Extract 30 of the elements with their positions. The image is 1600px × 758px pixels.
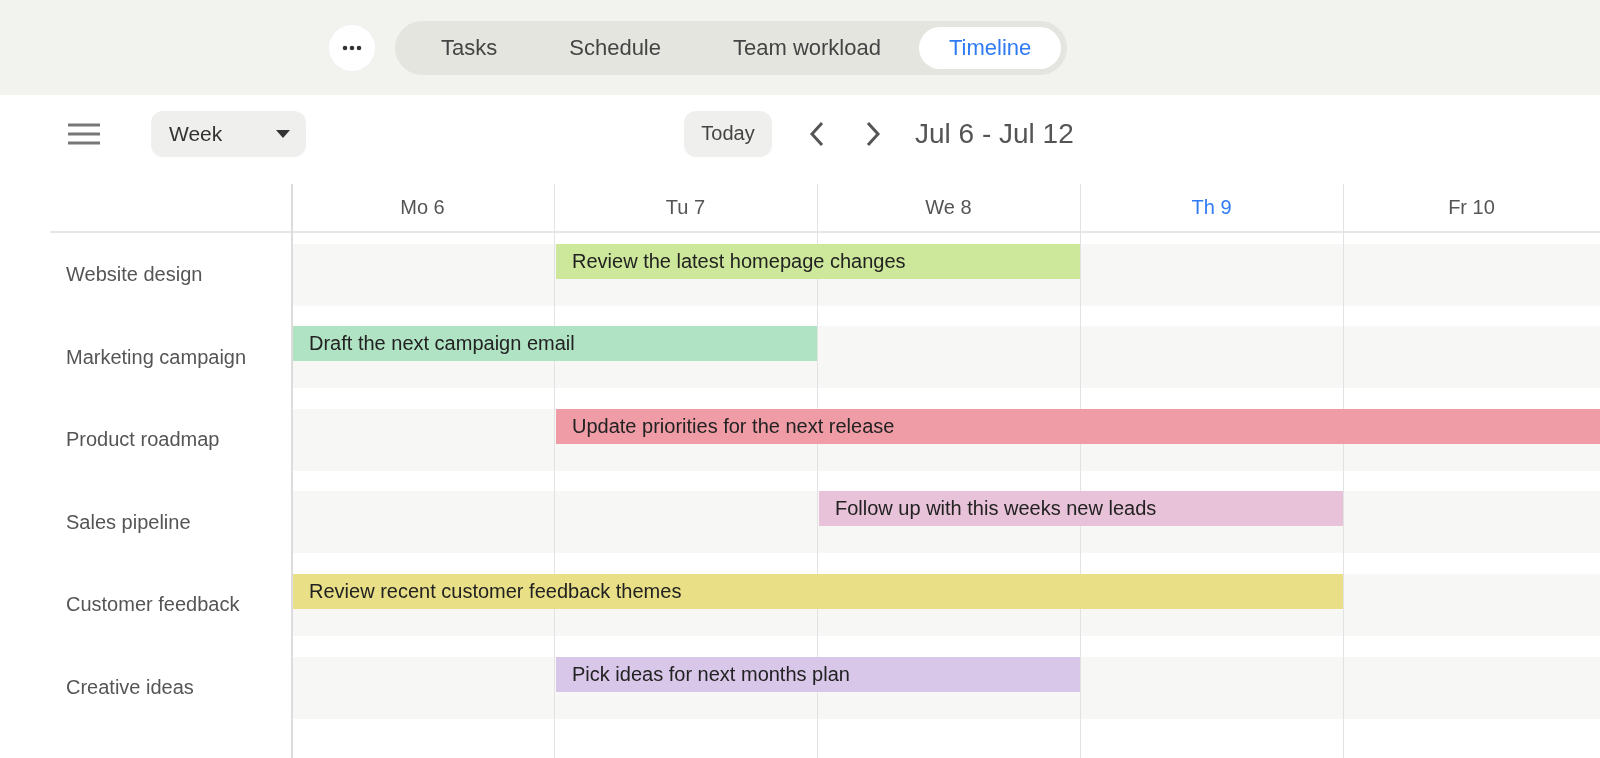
- next-icon[interactable]: [865, 120, 881, 147]
- day-header: Tu 7: [554, 184, 817, 233]
- row-label: Marketing campaign: [65, 344, 248, 370]
- menu-icon[interactable]: [68, 122, 100, 145]
- tab[interactable]: Tasks: [407, 26, 532, 69]
- day-header: Th 9: [1080, 184, 1343, 233]
- task-bar[interactable]: Review the latest homepage changes: [556, 243, 1080, 279]
- tab[interactable]: Schedule: [535, 26, 695, 69]
- caret-icon: [276, 129, 290, 138]
- task-bar[interactable]: Update priorities for the next release: [556, 408, 1600, 444]
- view-select[interactable]: Week: [151, 110, 306, 157]
- tab[interactable]: Timeline: [918, 26, 1062, 69]
- tab[interactable]: Team workload: [699, 26, 915, 69]
- today-button[interactable]: Today: [684, 110, 772, 157]
- task-bar[interactable]: Review recent customer feedback themes: [293, 573, 1343, 609]
- task-bar[interactable]: Pick ideas for next months plan: [556, 656, 1080, 692]
- day-header: We 8: [817, 184, 1080, 233]
- date-range: Jul 6 - Jul 12: [915, 117, 1074, 150]
- row-label: Website design: [65, 262, 204, 288]
- task-bar[interactable]: Draft the next campaign email: [293, 326, 817, 362]
- day-header: Mo 6: [291, 184, 554, 233]
- day-header: Fr 10: [1343, 184, 1600, 233]
- more-button[interactable]: [329, 24, 375, 71]
- more-icon: [342, 44, 362, 51]
- row-label: Creative ideas: [65, 675, 195, 701]
- task-bar[interactable]: Follow up with this weeks new leads: [819, 491, 1343, 527]
- row-label: Sales pipeline: [65, 509, 192, 535]
- previous-icon[interactable]: [809, 120, 825, 147]
- row-label: Customer feedback: [65, 592, 241, 618]
- row-label: Product roadmap: [65, 427, 221, 453]
